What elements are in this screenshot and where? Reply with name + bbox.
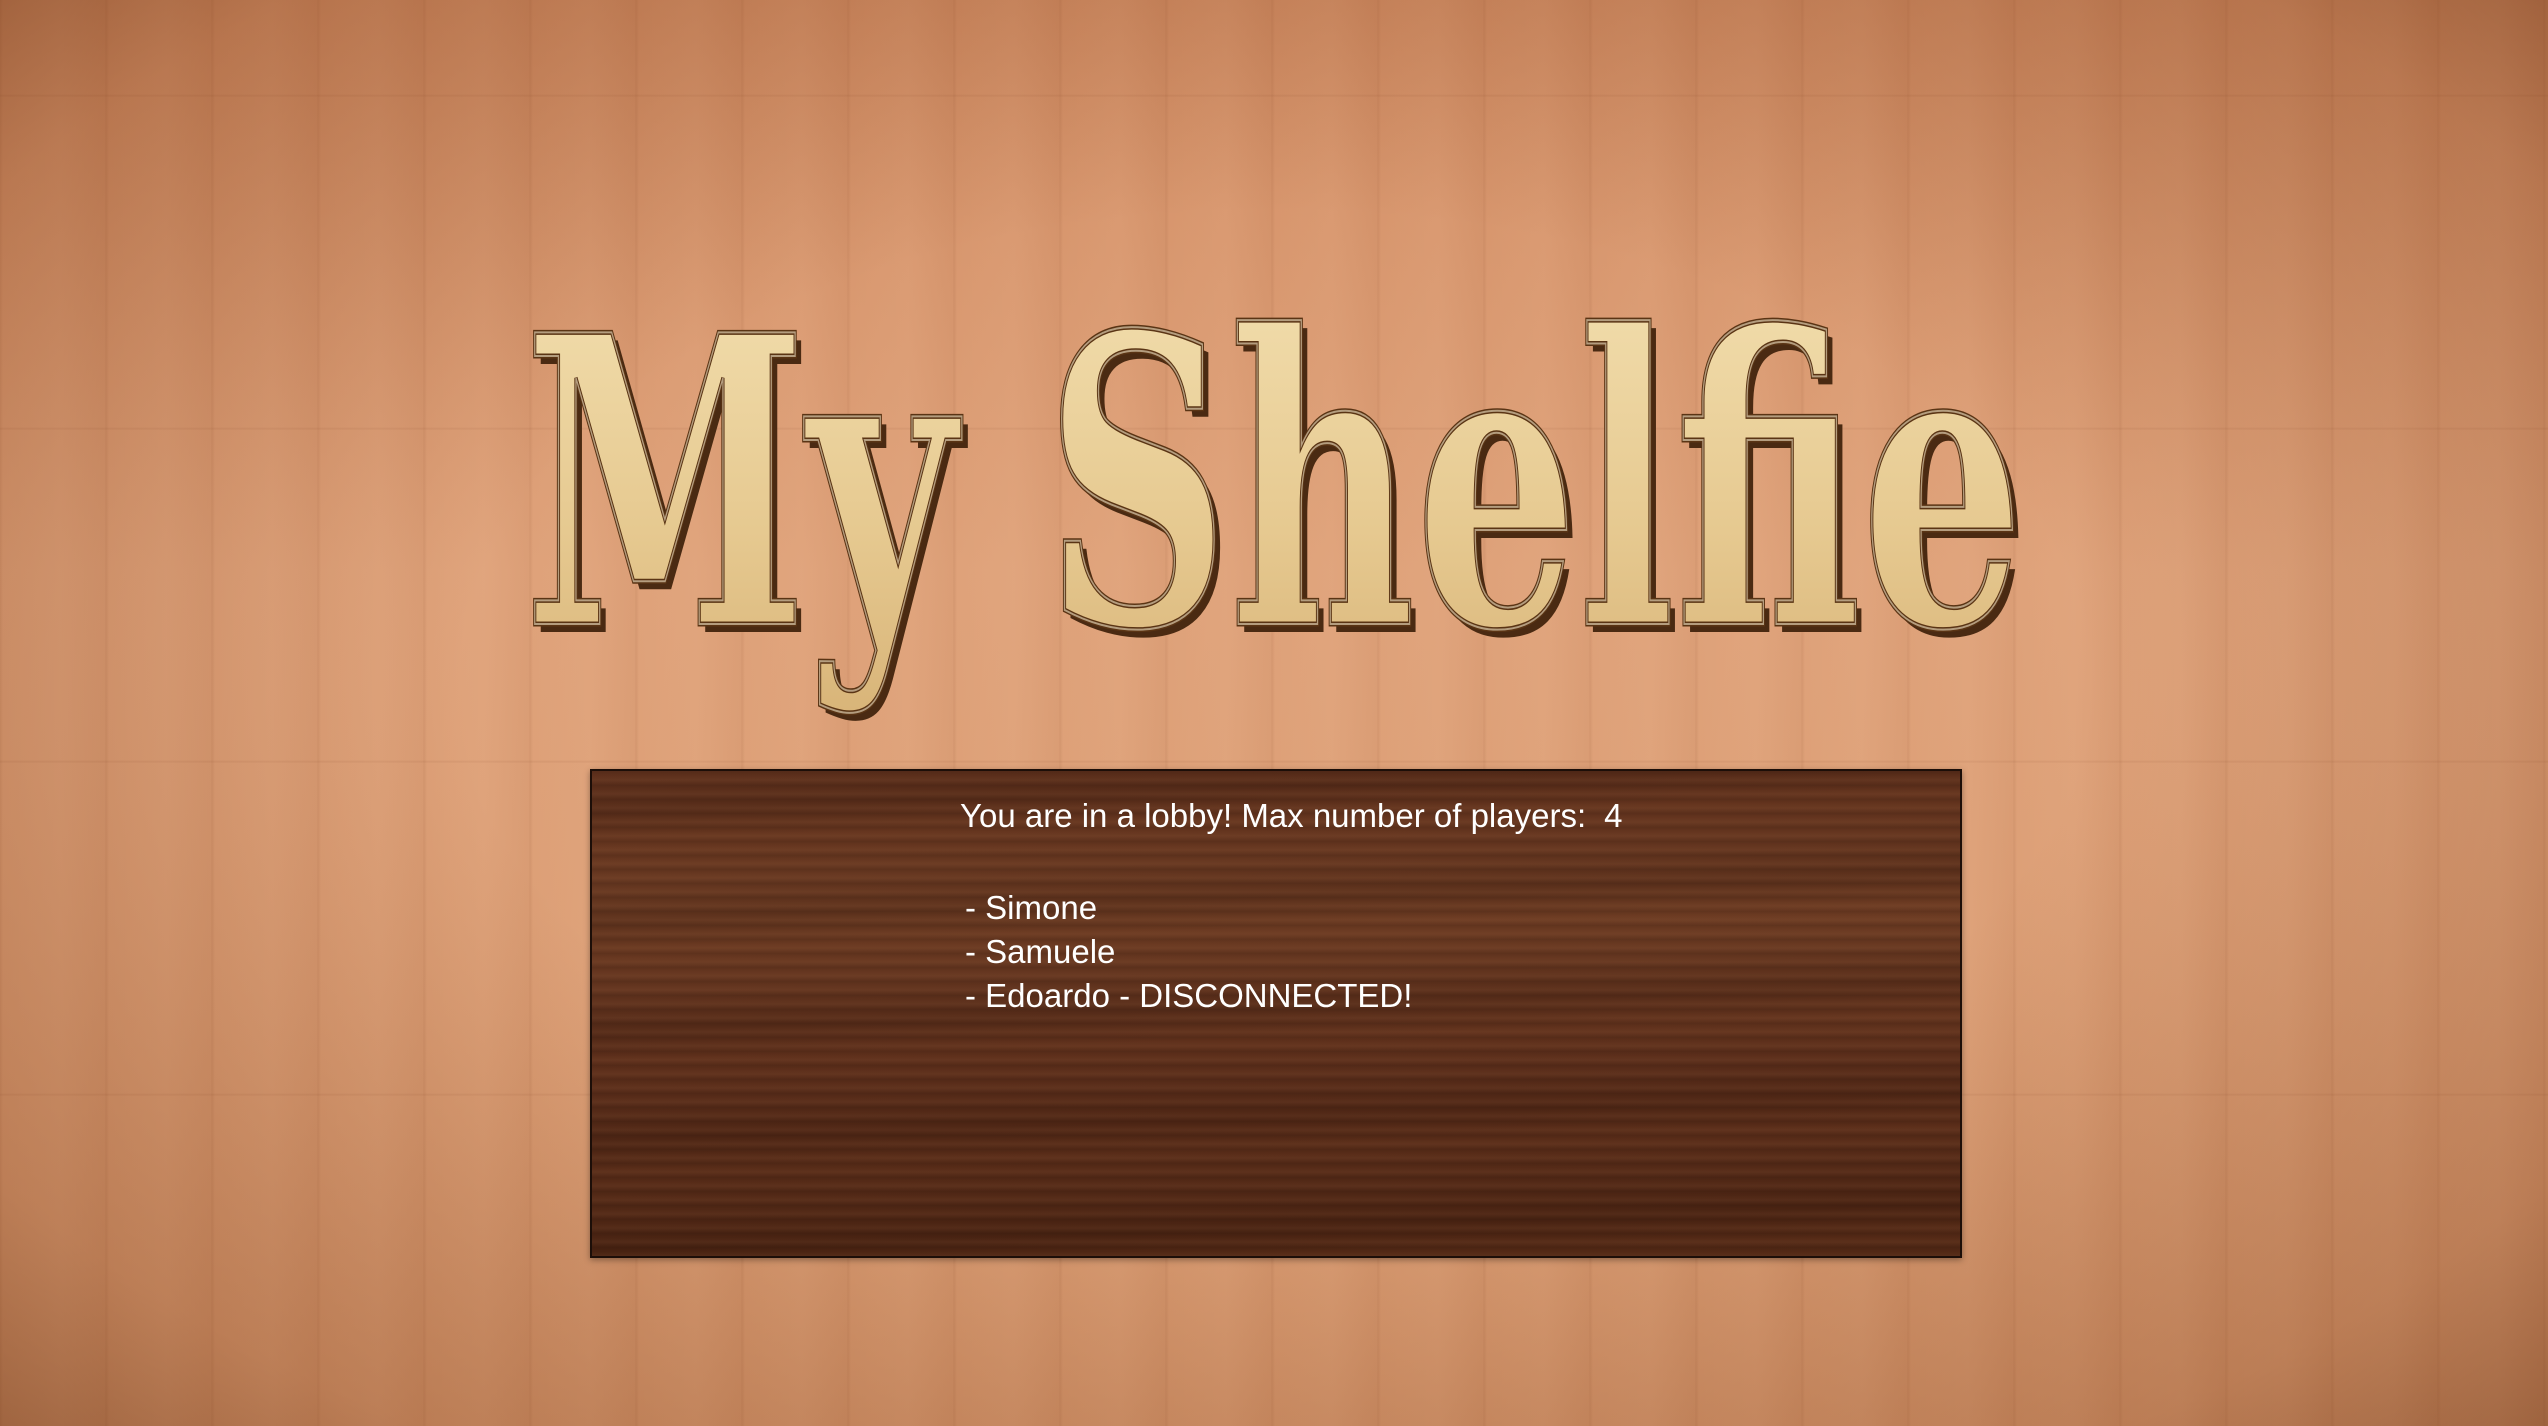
lobby-title-text: You are in a lobby! Max number of player… [960,797,1587,834]
lobby-status: You are in a lobby! Max number of player… [960,797,1623,835]
logo-highlight: My Shelfie [524,249,2024,719]
player-list: - Simone - Samuele - Edoardo - DISCONNEC… [965,886,1412,1018]
player-item: - Samuele [965,933,1116,970]
game-logo: My Shelfie My Shelfie My Shelfie [500,200,2060,728]
player-item: - Simone [965,889,1098,926]
lobby-panel: You are in a lobby! Max number of player… [590,769,1962,1258]
max-players-value: 4 [1604,797,1623,834]
player-item-disconnected: - Edoardo - DISCONNECTED! [965,977,1413,1014]
game-logo-graphic: My Shelfie My Shelfie My Shelfie [522,247,2031,728]
